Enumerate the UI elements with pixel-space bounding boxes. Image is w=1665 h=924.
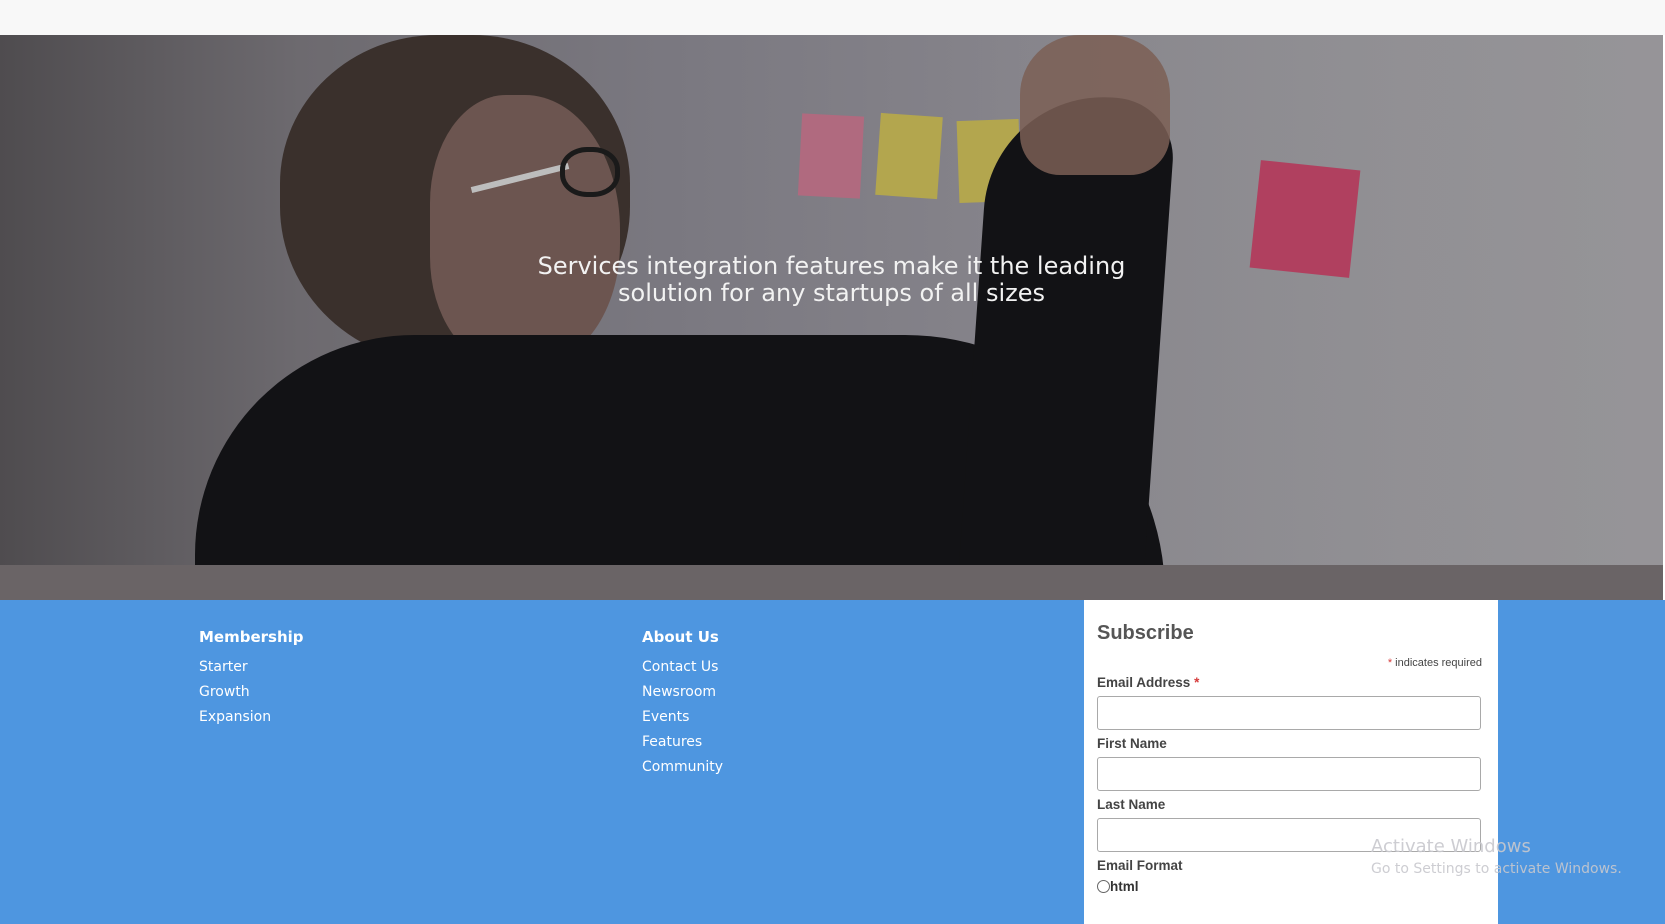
first-name-field[interactable] (1097, 757, 1481, 791)
email-format-html-label: html (1110, 879, 1139, 894)
hero-floor (0, 565, 1663, 600)
hero-headline-line2: solution for any startups of all sizes (618, 279, 1045, 307)
email-required-star: * (1194, 675, 1200, 690)
footer-link-growth[interactable]: Growth (199, 680, 304, 705)
footer-membership-heading: Membership (199, 628, 304, 646)
email-format-html-option[interactable]: html (1097, 879, 1482, 894)
activate-windows-watermark: Activate Windows Go to Settings to activ… (1371, 836, 1622, 877)
glasses (560, 147, 620, 197)
hero-person-face (430, 95, 620, 365)
subscribe-title: Subscribe (1097, 622, 1194, 644)
footer-link-starter[interactable]: Starter (199, 655, 304, 680)
hero-person-hand (1020, 35, 1170, 175)
required-note: * indicates required (1097, 657, 1482, 669)
email-label: Email Address * (1097, 675, 1482, 690)
hero-headline-line1: Services integration features make it th… (537, 252, 1126, 280)
top-bar (0, 0, 1665, 35)
footer-about-heading: About Us (642, 628, 719, 646)
footer-link-expansion[interactable]: Expansion (199, 705, 304, 730)
last-name-label: Last Name (1097, 797, 1166, 812)
first-name-label: First Name (1097, 736, 1167, 751)
hero-headline: Services integration features make it th… (0, 253, 1663, 307)
sticky-note-yellow (875, 112, 943, 200)
footer-link-features[interactable]: Features (642, 730, 723, 755)
footer-membership-column: Membership Starter Growth Expansion (199, 628, 304, 730)
sticky-note-pink (797, 113, 865, 199)
email-label-text: Email Address (1097, 675, 1191, 690)
footer-about-column: About Us Contact Us Newsroom Events Feat… (642, 628, 723, 780)
watermark-title: Activate Windows (1371, 836, 1531, 857)
required-star: * (1387, 657, 1393, 669)
watermark-subtitle: Go to Settings to activate Windows. (1371, 861, 1622, 877)
footer-link-contact-us[interactable]: Contact Us (642, 655, 723, 680)
footer-link-events[interactable]: Events (642, 705, 723, 730)
required-note-text: indicates required (1395, 657, 1482, 669)
hero-banner: Services integration features make it th… (0, 35, 1663, 600)
email-format-html-radio[interactable] (1097, 880, 1110, 893)
footer-link-newsroom[interactable]: Newsroom (642, 680, 723, 705)
email-field[interactable] (1097, 696, 1481, 730)
footer-link-community[interactable]: Community (642, 755, 723, 780)
